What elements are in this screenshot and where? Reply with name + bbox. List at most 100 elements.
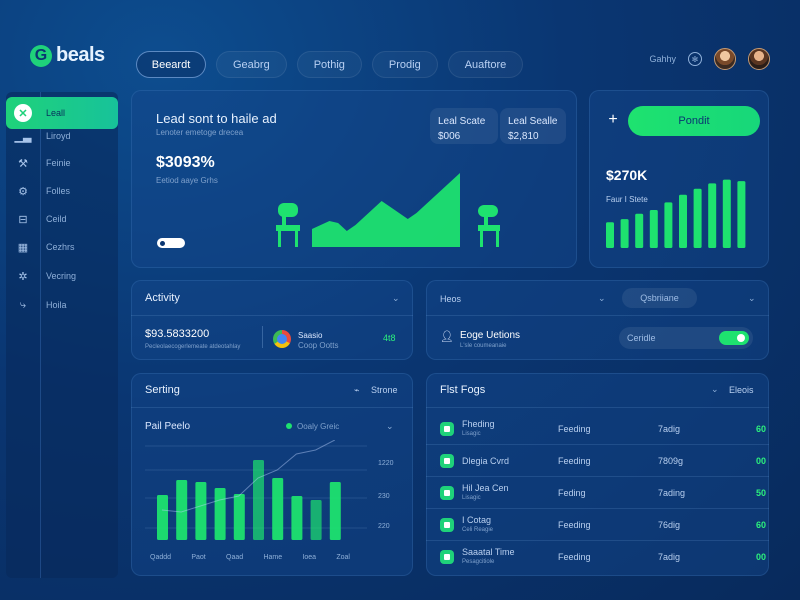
avatar[interactable]: [714, 48, 736, 70]
stat-value: $006: [438, 131, 461, 142]
row-icon: [440, 518, 454, 532]
row-col2: Feeding: [558, 424, 591, 434]
promo-button[interactable]: Pondit: [628, 106, 760, 136]
table-row[interactable]: I Cotag Celi Reagie Feeding 76dig 60: [440, 510, 770, 540]
y-tick: 230: [378, 493, 390, 500]
toggle-switch[interactable]: [719, 331, 749, 345]
people-name: Eoge Uetions: [460, 330, 521, 341]
chevron-down-icon[interactable]: ⌄: [598, 293, 606, 304]
table-action[interactable]: Eleois: [729, 385, 754, 395]
row-col3: 7ading: [658, 488, 686, 498]
sidebar-item-label: Leall: [46, 108, 66, 118]
promo-bar: [722, 179, 731, 248]
divider: [426, 508, 769, 509]
row-name: Fheding: [462, 419, 495, 429]
promo-bar: [708, 183, 717, 248]
people-name-sub: L'sle coumeanaie: [460, 343, 507, 349]
sidebar-item-label: Folles: [46, 186, 71, 196]
stat-box[interactable]: Leal Sealle $2,810: [500, 108, 566, 144]
row-sub: Celi Reagie: [462, 527, 494, 533]
promo-bar: [693, 188, 702, 248]
sorting-bar: [195, 482, 207, 540]
user-icon: 👤︎: [440, 331, 454, 343]
divider: [426, 444, 769, 445]
row-sub: Lisagic: [462, 495, 481, 501]
promo-bar: [737, 181, 746, 248]
user-label[interactable]: Gahhy: [649, 54, 676, 64]
table-row[interactable]: Dlegia Cvrd Feeding 7809g 00: [440, 446, 770, 476]
sorting-bar: [176, 480, 188, 540]
divider: [426, 540, 769, 541]
table-title: Flst Fogs: [440, 384, 486, 396]
toggle-label: Ceridle: [627, 333, 656, 343]
chevron-down-icon[interactable]: ⌄: [386, 421, 394, 432]
sidebar-item-cezhrs[interactable]: ▦ Cezhrs: [6, 231, 118, 263]
x-tick: Qaad: [226, 554, 244, 561]
divider: [426, 315, 769, 316]
row-col3: 7809g: [658, 456, 684, 466]
nav-tab[interactable]: Pothig: [296, 51, 362, 78]
chevron-down-icon[interactable]: ⌄: [711, 384, 719, 395]
activity-value: $93.5833200: [145, 328, 210, 340]
plus-icon[interactable]: +: [600, 107, 626, 133]
lock-icon: ⊟: [18, 213, 28, 226]
sorting-bar: [291, 496, 303, 540]
avatar[interactable]: [748, 48, 770, 70]
sorting-bar: [214, 488, 226, 540]
hero-area-chart: [276, 173, 500, 247]
divider: [426, 407, 769, 408]
divider: [262, 326, 263, 348]
y-tick: 220: [378, 523, 390, 530]
sorting-action[interactable]: Strone: [371, 385, 398, 395]
row-name: Hil Jea Cen: [462, 483, 509, 493]
row-col4: 50: [756, 488, 767, 498]
x-tick: Hame: [263, 554, 283, 561]
stat-label: Leal Sealle: [508, 116, 558, 127]
sorting-action-icon[interactable]: ⌁: [354, 385, 359, 396]
sidebar-item-label: Cezhrs: [46, 242, 75, 252]
hero-value-sub: Eetiod aaye Grhs: [156, 176, 218, 185]
chair-icon: [478, 205, 500, 247]
settings-icon[interactable]: ✻: [688, 52, 702, 66]
sidebar-item-hoila[interactable]: ⤷ Hoila: [6, 289, 118, 321]
chevron-down-icon[interactable]: ⌄: [748, 293, 756, 304]
stat-box[interactable]: Leal Scate $006: [430, 108, 498, 144]
row-name: Saaatal Time: [462, 547, 515, 557]
sidebar-item-vecring[interactable]: ✲ Vecring: [6, 260, 118, 292]
activity-value-sub: Pecleolaecogerlemeate atdeotahlay: [145, 344, 241, 350]
promo-bar-chart: [606, 179, 746, 248]
people-title: Heos: [440, 294, 462, 304]
sorting-bar-chart: [145, 440, 367, 540]
toggle-knob: [737, 334, 745, 342]
chart-title: Pail Peelo: [145, 421, 191, 432]
chart-icon: ▁▃: [14, 130, 32, 143]
brand-logo[interactable]: G beals: [30, 44, 105, 67]
nav-tab[interactable]: Geabrg: [216, 51, 287, 78]
app-icon-center: [277, 334, 287, 344]
x-tick: Zoal: [336, 554, 350, 561]
row-col3: 76dig: [658, 520, 681, 530]
nav-tab[interactable]: Auaftore: [447, 51, 524, 78]
nav-tab[interactable]: Prodig: [371, 51, 438, 78]
hero-title: Lead sont to haile ad: [156, 111, 277, 126]
nav-tab[interactable]: Beeardt: [136, 51, 206, 78]
activity-delta: 4t8: [383, 333, 396, 343]
row-icon: [440, 422, 454, 436]
row-col3: 7adig: [658, 424, 681, 434]
row-sub: Pesagcitiole: [462, 559, 495, 565]
table-row[interactable]: Hil Jea Cen Lisagic Feding 7ading 50: [440, 478, 770, 508]
table-row[interactable]: Fheding Lisagic Feeding 7adig 60: [440, 414, 770, 444]
row-col2: Feding: [558, 488, 586, 498]
row-col4: 00: [756, 552, 767, 562]
row-name: Dlegia Cvrd: [462, 456, 510, 466]
hero-toggle[interactable]: [157, 238, 185, 248]
row-col4: 00: [756, 456, 767, 466]
top-nav: Beeardt Geabrg Pothig Prodig Auaftore: [136, 51, 524, 78]
table-row[interactable]: Saaatal Time Pesagcitiole Feeding 7adig 0…: [440, 542, 770, 572]
promo-bar: [606, 222, 614, 248]
chevron-down-icon[interactable]: ⌄: [392, 293, 400, 304]
sorting-bar: [272, 478, 284, 540]
search-input[interactable]: Qsbriiane: [622, 288, 697, 308]
stat-value: $2,810: [508, 131, 539, 142]
wrench-icon: ⚒: [18, 157, 28, 170]
